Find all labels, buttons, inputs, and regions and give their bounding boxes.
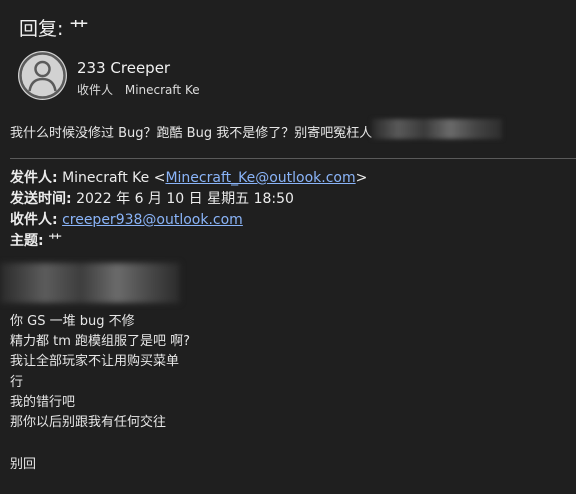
recipients-label: 收件人 bbox=[77, 83, 114, 97]
from-name: Minecraft Ke < bbox=[62, 170, 166, 186]
body-line: 我的错行吧 bbox=[10, 395, 76, 410]
from-label: 发件人: bbox=[10, 170, 58, 186]
subject-value: 艹 bbox=[48, 233, 63, 249]
to-label: 收件人: bbox=[10, 212, 58, 228]
sent-label: 发送时间: bbox=[10, 191, 72, 207]
redacted-blur-2 bbox=[0, 263, 180, 303]
sender-name[interactable]: 233 Creeper bbox=[77, 59, 170, 77]
body-line: 行 bbox=[10, 375, 24, 390]
to-email-link[interactable]: creeper938@outlook.com bbox=[62, 212, 243, 228]
email-subject: 回复: 艹 bbox=[19, 18, 89, 40]
sent-value: 2022 年 6 月 10 日 星期五 18:50 bbox=[76, 191, 294, 207]
quoted-sent-line: 发送时间: 2022 年 6 月 10 日 星期五 18:50 bbox=[10, 188, 294, 208]
quoted-from-line: 发件人: Minecraft Ke <Minecraft_Ke@outlook.… bbox=[10, 167, 367, 187]
quoted-to-line: 收件人: creeper938@outlook.com bbox=[10, 209, 243, 229]
quoted-subject-line: 主题: 艹 bbox=[10, 230, 62, 250]
recipients-line: 收件人 Minecraft Ke bbox=[77, 81, 200, 98]
redacted-blur bbox=[372, 119, 502, 139]
reply-body: 我什么时候没修过 Bug？跑酷 Bug 我不是修了？别寄吧冤枉人 bbox=[10, 126, 373, 141]
body-line: 我让全部玩家不让用购买菜单 bbox=[10, 354, 180, 369]
body-line: 别回 bbox=[10, 457, 37, 472]
subject-label: 主题: bbox=[10, 233, 44, 249]
person-icon bbox=[19, 52, 66, 99]
body-line: 你 GS 一堆 bug 不修 bbox=[10, 314, 135, 329]
divider bbox=[10, 158, 576, 159]
from-email-link[interactable]: Minecraft_Ke@outlook.com bbox=[165, 170, 355, 186]
body-line: 那你以后别跟我有任何交往 bbox=[10, 415, 167, 430]
avatar[interactable] bbox=[18, 51, 67, 100]
from-end: > bbox=[355, 170, 368, 186]
body-line: 精力都 tm 跑模组服了是吧 啊? bbox=[10, 334, 191, 349]
recipient-name[interactable]: Minecraft Ke bbox=[125, 83, 200, 97]
